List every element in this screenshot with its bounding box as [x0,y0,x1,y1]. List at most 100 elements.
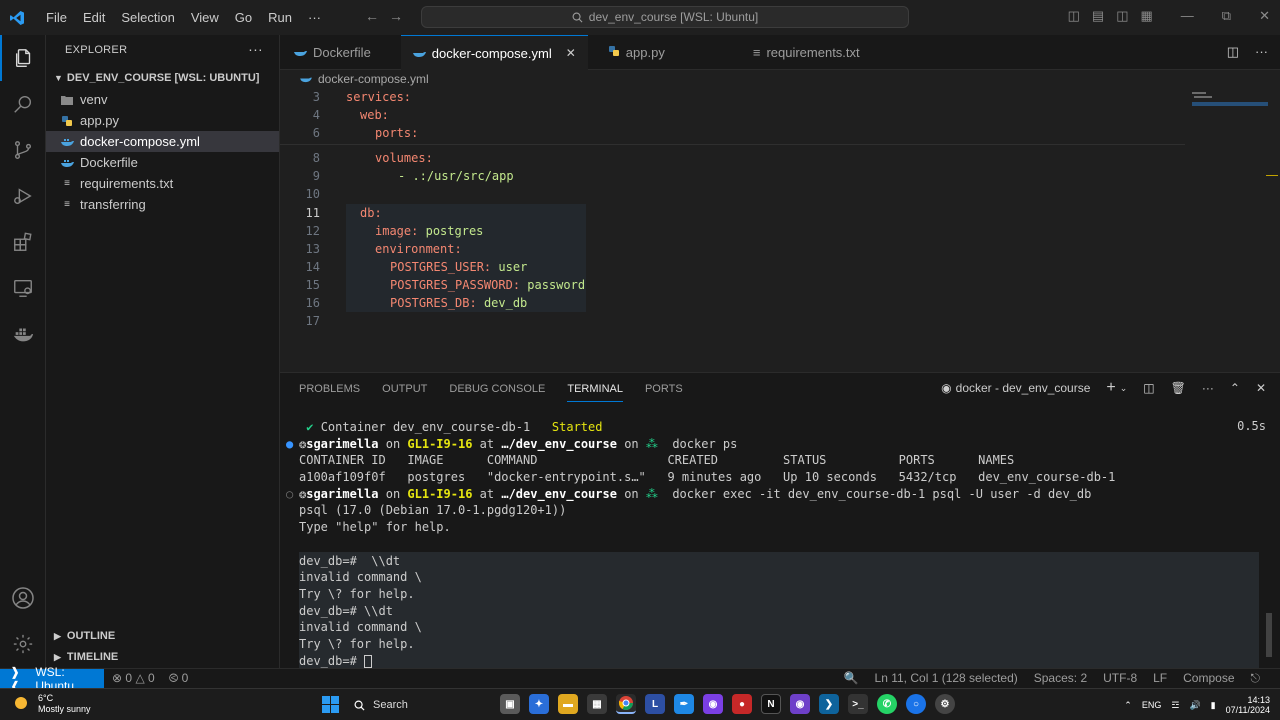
cursor-position[interactable]: Ln 11, Col 1 (128 selected) [875,671,1018,686]
docker-icon[interactable] [0,311,46,357]
terminal-text: Container dev_env_course-db-1 [320,420,531,434]
prompt-path: …/dev_env_course [501,486,617,501]
explorer-icon[interactable] [0,35,46,81]
copilot-icon[interactable]: ✦ [529,694,549,714]
breadcrumb-file[interactable]: docker-compose.yml [318,72,429,86]
minimap[interactable] [1190,88,1270,368]
problems-indicator[interactable]: ⊗ 0 △ 0 [112,671,155,686]
restore-window-icon[interactable]: ⧉ [1222,8,1231,24]
tab-terminal[interactable]: TERMINAL [567,376,623,402]
tab-requirements[interactable]: ≡ requirements.txt [741,35,872,70]
whatsapp-icon[interactable]: ✆ [877,694,897,714]
end-of-line[interactable]: LF [1153,671,1167,686]
tree-item-dockerfile[interactable]: Dockerfile [46,152,279,173]
menu-run[interactable]: Run [260,10,300,25]
new-terminal-icon[interactable]: + [1106,379,1115,397]
pen-app-icon[interactable]: ✒ [674,694,694,714]
menu-more[interactable]: ··· [300,10,329,25]
split-terminal-icon[interactable]: ◫ [1143,381,1154,395]
vscode-taskbar-icon[interactable]: ❯ [819,694,839,714]
search-icon[interactable] [0,81,46,127]
minimize-window-icon[interactable]: — [1181,8,1194,24]
docker-file-icon [300,72,312,86]
split-editor-icon[interactable]: ◫ [1227,44,1239,60]
discord-icon[interactable]: ◉ [703,694,723,714]
browser-app-icon[interactable]: ○ [906,694,926,714]
toggle-secondary-sidebar-icon[interactable]: ◫ [1116,8,1128,24]
indentation[interactable]: Spaces: 2 [1034,671,1087,686]
menu-view[interactable]: View [183,10,227,25]
customize-layout-icon[interactable]: ▦ [1141,8,1153,24]
settings-app-icon[interactable]: ⚙ [935,694,955,714]
account-icon[interactable] [0,575,46,621]
manage-gear-icon[interactable] [0,621,46,667]
menu-go[interactable]: Go [227,10,260,25]
more-actions-icon[interactable]: ··· [1202,381,1214,395]
taskbar-search[interactable]: Search [346,693,492,717]
tab-ports[interactable]: PORTS [645,376,683,402]
tray-chevron-up-icon[interactable]: ⌃ [1124,700,1132,711]
record-app-icon[interactable]: ● [732,694,752,714]
system-clock[interactable]: 14:13 07/11/2024 [1226,695,1270,715]
store-icon[interactable]: ▦ [587,694,607,714]
language-mode[interactable]: Compose [1183,671,1234,686]
more-actions-icon[interactable]: ··· [1255,44,1268,60]
close-panel-icon[interactable]: ✕ [1256,381,1266,395]
folded-region-divider [280,144,1185,145]
notion-icon[interactable]: N [761,694,781,714]
more-actions-icon[interactable]: ··· [248,41,263,57]
tab-problems[interactable]: PROBLEMS [299,376,360,402]
extensions-icon[interactable] [0,219,46,265]
outline-section[interactable]: ▶ OUTLINE [46,625,280,647]
tab-dockerfile[interactable]: Dockerfile [282,35,383,70]
tab-docker-compose[interactable]: docker-compose.yml ✕ [400,35,588,70]
tree-item-app-py[interactable]: app.py [46,110,279,131]
toggle-panel-icon[interactable]: ▤ [1092,8,1104,24]
workspace-root[interactable]: ▼ DEV_ENV_COURSE [WSL: UBUNTU] [46,67,279,89]
terminal-selector[interactable]: ◉ docker - dev_env_course [941,381,1090,395]
encoding[interactable]: UTF-8 [1103,671,1137,686]
zoom-icon[interactable]: 🔍 [844,671,859,686]
notifications-bell-icon[interactable]: ⎋ [1251,671,1261,686]
maximize-panel-icon[interactable]: ⌃ [1230,381,1240,395]
volume-icon[interactable]: 🔊 [1189,700,1200,711]
tab-debug-console[interactable]: DEBUG CONSOLE [449,376,545,402]
wifi-icon[interactable]: ☲ [1171,700,1179,711]
ports-indicator[interactable]: ⧀ 0 [169,671,189,686]
l-app-icon[interactable]: L [645,694,665,714]
trash-icon[interactable]: 🗑 [1171,381,1186,395]
terminal-output[interactable]: ✔ Container dev_env_course-db-1 Started … [286,419,1269,669]
back-arrow-icon[interactable]: ← [365,8,379,24]
terminal-scrollbar[interactable] [1266,613,1272,657]
menu-edit[interactable]: Edit [75,10,113,25]
warning-icon: △ [135,671,145,685]
weather-widget[interactable]: 6°C Mostly sunny [12,693,91,715]
windows-start-icon[interactable] [322,696,339,713]
file-explorer-icon[interactable]: ▬ [558,694,578,714]
menu-file[interactable]: File [38,10,75,25]
source-control-icon[interactable] [0,127,46,173]
remote-explorer-icon[interactable] [0,265,46,311]
tree-item-docker-compose[interactable]: docker-compose.yml [46,131,279,152]
menu-selection[interactable]: Selection [113,10,182,25]
terminal-taskbar-icon[interactable]: >_ [848,694,868,714]
toggle-sidebar-icon[interactable]: ◫ [1068,8,1080,24]
tab-app-py[interactable]: app.py [596,35,677,70]
chrome-icon[interactable] [616,694,636,714]
command-center-search[interactable]: dev_env_course [WSL: Ubuntu] [421,6,909,28]
task-view-icon[interactable]: ▣ [500,694,520,714]
code-editor[interactable]: 3 services: 4 web: 6 ports: 8 volumes: 9… [280,88,1280,368]
input-language[interactable]: ENG [1142,700,1162,710]
battery-icon[interactable]: ▮ [1211,700,1216,711]
close-window-icon[interactable]: ✕ [1259,8,1270,24]
github-icon[interactable]: ◉ [790,694,810,714]
tree-item-requirements[interactable]: ≡ requirements.txt [46,173,279,194]
remote-indicator[interactable]: ❱❰ WSL: Ubuntu [0,665,104,693]
tab-output[interactable]: OUTPUT [382,376,427,402]
close-icon[interactable]: ✕ [566,46,576,60]
tree-item-venv[interactable]: venv [46,89,279,110]
forward-arrow-icon[interactable]: → [389,8,403,24]
run-debug-icon[interactable] [0,173,46,219]
tree-item-transferring[interactable]: ≡ transferring [46,194,279,215]
chevron-down-icon[interactable]: ⌄ [1120,383,1128,394]
